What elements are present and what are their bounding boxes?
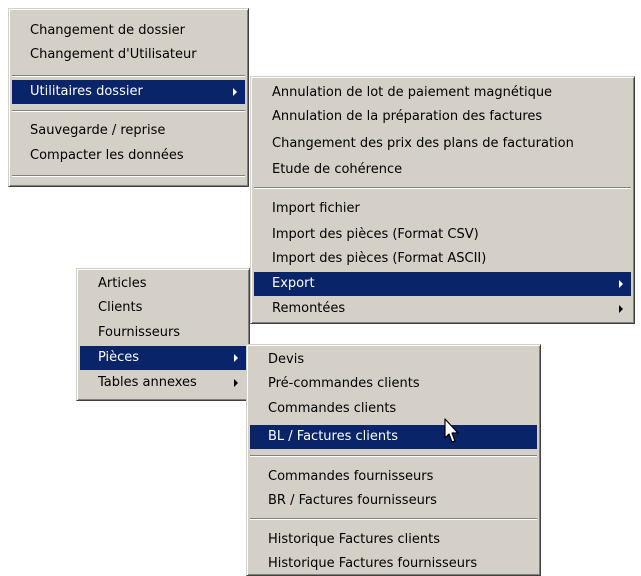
menu-item-label: Annulation de lot de paiement magnétique: [272, 85, 553, 100]
menu-item-fournisseurs[interactable]: Fournisseurs: [80, 321, 246, 345]
menu-item-label: BR / Factures fournisseurs: [268, 493, 437, 508]
submenu-arrow-icon: [233, 88, 237, 96]
menu-item-import-fichier[interactable]: Import fichier: [254, 197, 631, 221]
menu-item-annulation-factures[interactable]: Annulation de la préparation des facture…: [254, 105, 631, 129]
submenu-arrow-icon: [619, 305, 623, 313]
menu-item-clients[interactable]: Clients: [80, 296, 246, 320]
menu-item-commandes-clients[interactable]: Commandes clients: [250, 397, 537, 421]
menu-item-label: Import des pièces (Format CSV): [272, 227, 479, 242]
menu-item-tables-annexes[interactable]: Tables annexes: [80, 371, 246, 395]
menu-separator: [254, 187, 631, 189]
menu-item-sauvegarde-reprise[interactable]: Sauvegarde / reprise: [12, 119, 245, 143]
mouse-pointer-icon: [444, 418, 459, 443]
menu-item-changement-dossier[interactable]: Changement de dossier: [12, 19, 245, 43]
menu-item-label: Import fichier: [272, 201, 360, 216]
menu-separator: [12, 175, 245, 177]
menu-item-label: Sauvegarde / reprise: [30, 123, 166, 138]
menu-item-label: Historique Factures clients: [268, 532, 440, 547]
menu-item-changement-prix[interactable]: Changement des prix des plans de factura…: [254, 132, 631, 156]
menu-item-etude-coherence[interactable]: Etude de cohérence: [254, 158, 631, 182]
menu-item-articles[interactable]: Articles: [80, 272, 246, 296]
menu-item-commandes-fournisseurs[interactable]: Commandes fournisseurs: [250, 465, 537, 489]
menu-item-label: Clients: [98, 300, 143, 315]
menu-separator: [12, 110, 245, 112]
menu-item-label: Articles: [98, 276, 147, 291]
menu-item-historique-factures-clients[interactable]: Historique Factures clients: [250, 528, 537, 552]
menu-item-label: Pièces: [98, 350, 140, 365]
menu-item-label: Changement des prix des plans de factura…: [272, 136, 574, 151]
menu-item-label: Commandes clients: [268, 401, 397, 416]
submenu-arrow-icon: [234, 354, 238, 362]
menu-item-label: Etude de cohérence: [272, 162, 403, 177]
menu-item-bl-factures-clients[interactable]: BL / Factures clients: [250, 425, 537, 449]
menu-item-label: Import des pièces (Format ASCII): [272, 251, 487, 266]
menu-item-pre-commandes-clients[interactable]: Pré-commandes clients: [250, 372, 537, 396]
menu-item-devis[interactable]: Devis: [250, 348, 537, 372]
menu-item-label: Tables annexes: [98, 375, 197, 390]
submenu-arrow-icon: [234, 379, 238, 387]
menu-item-remontees[interactable]: Remontées: [254, 297, 631, 321]
menu-item-changement-utilisateur[interactable]: Changement d'Utilisateur: [12, 43, 245, 67]
menu-item-pieces[interactable]: Pièces: [80, 346, 246, 370]
menu-item-label: Commandes fournisseurs: [268, 469, 434, 484]
menu-item-import-ascii[interactable]: Import des pièces (Format ASCII): [254, 247, 631, 271]
menu-item-label: Annulation de la préparation des facture…: [272, 109, 543, 124]
menu-item-br-factures-fournisseurs[interactable]: BR / Factures fournisseurs: [250, 489, 537, 513]
utilitaires-submenu: Annulation de lot de paiement magnétique…: [250, 76, 635, 324]
menu-item-label: Pré-commandes clients: [268, 376, 420, 391]
menu-separator: [12, 75, 245, 77]
menu-item-label: Compacter les données: [30, 148, 184, 163]
menu-item-label: Devis: [268, 352, 305, 367]
menu-item-annulation-paiement[interactable]: Annulation de lot de paiement magnétique: [254, 81, 631, 105]
menu-item-historique-factures-fournisseurs[interactable]: Historique Factures fournisseurs: [250, 552, 537, 576]
menu-item-import-csv[interactable]: Import des pièces (Format CSV): [254, 223, 631, 247]
menu-item-label: Export: [272, 276, 315, 291]
menu-item-compacter-donnees[interactable]: Compacter les données: [12, 144, 245, 168]
export-submenu: Articles Clients Fournisseurs Pièces Tab…: [76, 268, 250, 401]
file-menu: Changement de dossier Changement d'Utili…: [8, 8, 249, 187]
menu-item-label: BL / Factures clients: [268, 429, 398, 444]
menu-item-export[interactable]: Export: [254, 272, 631, 296]
menu-item-label: Changement d'Utilisateur: [30, 47, 197, 62]
submenu-arrow-icon: [619, 280, 623, 288]
menu-separator: [250, 518, 537, 520]
pieces-submenu: Devis Pré-commandes clients Commandes cl…: [246, 344, 541, 576]
menu-item-label: Fournisseurs: [98, 325, 181, 340]
menu-item-utilitaires-dossier[interactable]: Utilitaires dossier: [12, 80, 245, 104]
menu-item-label: Remontées: [272, 301, 346, 316]
menu-separator: [250, 455, 537, 457]
menu-item-label: Historique Factures fournisseurs: [268, 556, 478, 571]
menu-item-label: Utilitaires dossier: [30, 84, 143, 99]
menu-item-label: Changement de dossier: [30, 23, 185, 38]
